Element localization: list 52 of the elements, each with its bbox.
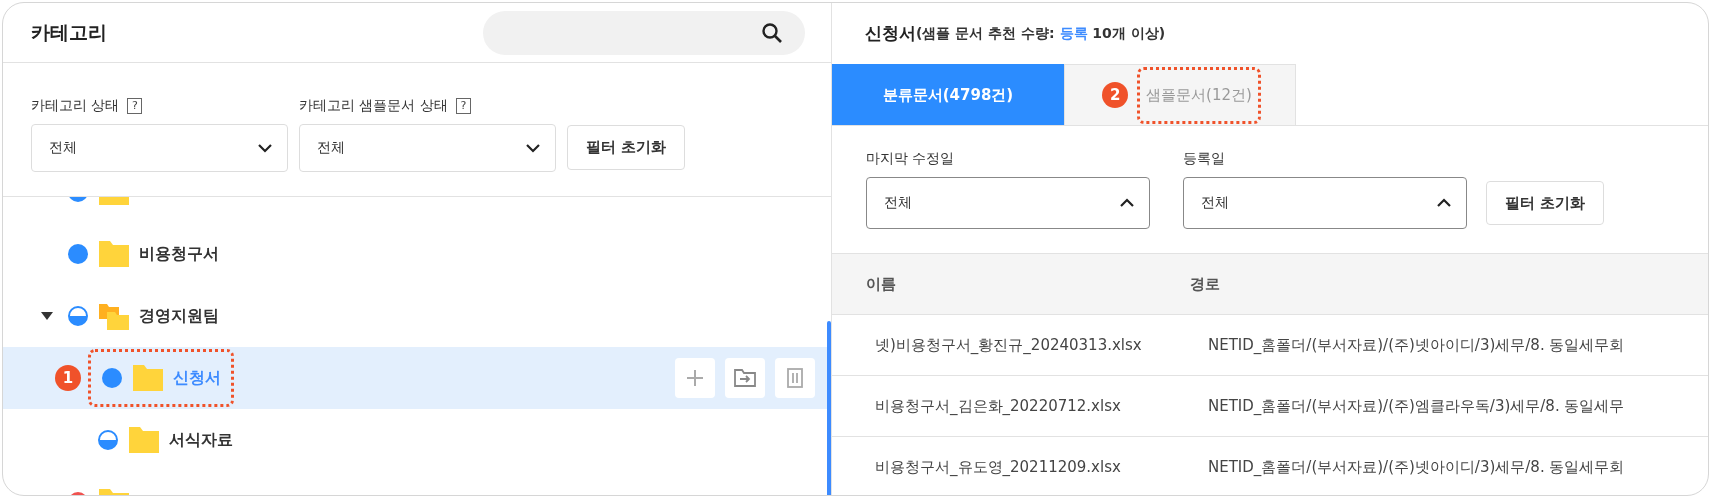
folders-icon: [99, 302, 129, 330]
dropdown[interactable]: 전체: [31, 124, 288, 172]
dropdown[interactable]: 전체: [866, 177, 1150, 229]
tree-item-label[interactable]: 서식자료: [169, 429, 233, 451]
folder-icon: [133, 364, 163, 392]
dropdown-value: 전체: [1201, 194, 1229, 212]
filter-label: 등록일: [1183, 150, 1226, 168]
tree-item-label[interactable]: 경영지원팀: [139, 305, 219, 327]
plus-icon: [686, 369, 704, 387]
dropdown-value: 전체: [49, 139, 77, 157]
table-cell-text: 비용청구서_김은화_20220712.xlsx: [874, 396, 1122, 416]
callout-badge: 2: [1102, 82, 1129, 108]
reset-filter-button[interactable]: 필터 초기화: [1486, 181, 1605, 225]
filter-label: 카테고리 상태: [31, 97, 120, 115]
chevron-down-icon: [525, 143, 541, 153]
scrollbar-thumb[interactable]: [827, 321, 831, 495]
delete-button[interactable]: [775, 358, 815, 398]
caret-icon[interactable]: [41, 312, 53, 320]
filter-label: 카테고리 샘플문서 상태: [299, 97, 448, 115]
chevron-up-icon: [1436, 198, 1452, 208]
dropdown[interactable]: 전체: [299, 124, 556, 172]
table-cell-text: 비용청구서_유도영_20211209.xlsx: [874, 457, 1122, 477]
trash-icon: [786, 368, 804, 388]
folder-arrow-icon: [734, 369, 756, 387]
folder-icon: [99, 240, 129, 268]
column-header: 경로: [1190, 274, 1220, 294]
help-icon[interactable]: ?: [455, 98, 471, 114]
search-icon: [761, 21, 783, 44]
table-cell-text: NETID_홈폴더/(부서자료)/(주)엠클라우독/3)세무/8. 동일세무: [1207, 396, 1625, 416]
filter-label: 마지막 수정일: [866, 150, 956, 168]
dropdown[interactable]: 전체: [1183, 177, 1467, 229]
panel-title: 카테고리: [31, 19, 107, 45]
dropdown-value: 전체: [317, 139, 345, 157]
callout-frame: 샘플문서(12건): [1140, 69, 1258, 121]
reset-filter-button[interactable]: 필터 초기화: [567, 125, 686, 170]
help-icon[interactable]: ?: [127, 98, 143, 114]
table-cell-text: NETID_홈폴더/(부서자료)/(주)넷아이디/3)세무/8. 동일세무회: [1207, 335, 1625, 355]
chevron-down-icon: [257, 143, 273, 153]
tree-item-label[interactable]: 비용청구서: [139, 243, 219, 265]
dropdown-value: 전체: [884, 194, 912, 212]
move-button[interactable]: [725, 358, 765, 398]
recommendation-note: (샘플 문서 추천 수량: 등록 10개 이상): [916, 24, 1166, 43]
tab[interactable]: 2 샘플문서(12건): [1064, 64, 1296, 125]
chevron-up-icon: [1119, 198, 1135, 208]
category-title: 신청서: [865, 22, 916, 45]
add-button[interactable]: [675, 358, 715, 398]
table-cell-text: 넷)비용청구서_황진규_20240313.xlsx: [874, 335, 1143, 355]
search-field[interactable]: [483, 10, 805, 55]
folder-icon: [129, 426, 159, 454]
column-header: 이름: [865, 274, 897, 294]
table-cell-text: NETID_홈폴더/(부서자료)/(주)넷아이디/3)세무/8. 동일세무회: [1207, 457, 1625, 477]
callout-badge: 1: [55, 365, 81, 391]
